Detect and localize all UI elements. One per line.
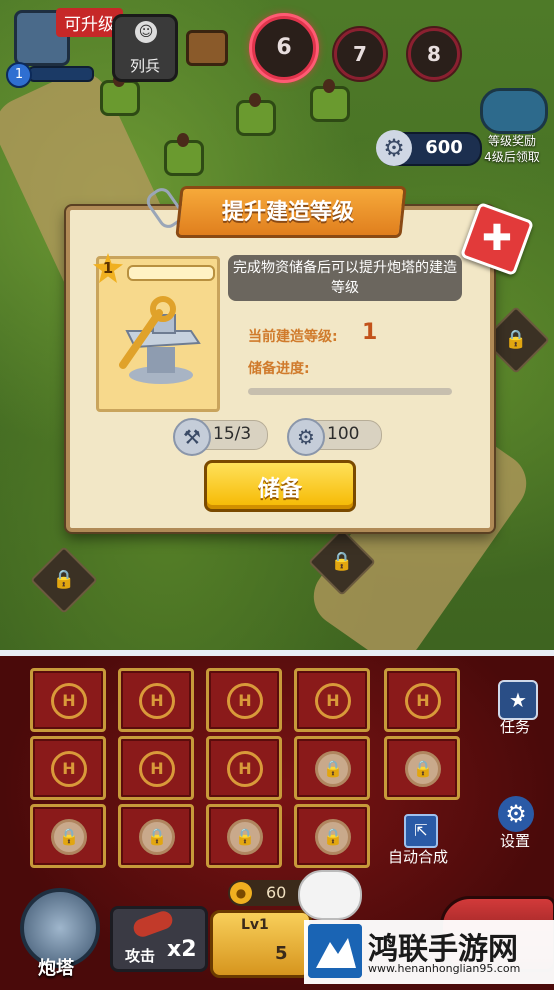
- lock-icon: 🔒: [315, 751, 351, 787]
- cost-gears-value: 100: [327, 424, 360, 444]
- level-reward-subtitle: 4级后领取: [484, 150, 540, 164]
- gear-icon: ⚙: [376, 130, 412, 166]
- empty-slot[interactable]: H: [384, 668, 460, 732]
- troops-label: 列兵: [129, 57, 160, 75]
- lock-icon: 🔒: [504, 329, 528, 350]
- slot-h-icon: H: [405, 683, 441, 719]
- progress-bar: [248, 388, 452, 395]
- lock-icon: 🔒: [330, 551, 354, 572]
- locked-slot[interactable]: 🔒: [206, 804, 282, 868]
- tower-label[interactable]: 炮塔: [38, 954, 74, 980]
- item-level-bar: [127, 265, 215, 281]
- gear-counter: ⚙ 600: [376, 130, 482, 166]
- slot-h-icon: H: [227, 751, 263, 787]
- troops-button[interactable]: ☺ 列兵: [112, 14, 178, 82]
- gear-icon: ⚙: [287, 418, 325, 456]
- slot-h-icon: H: [315, 683, 351, 719]
- gear-count: 600: [425, 137, 463, 158]
- coin-value: 60: [266, 883, 287, 902]
- description-text: 完成物资储备后可以提升炮塔的建造等级: [233, 260, 457, 296]
- level-reward-chest-icon[interactable]: [480, 88, 548, 134]
- description-box: 完成物资储备后可以提升炮塔的建造等级: [228, 255, 462, 301]
- empty-slot[interactable]: H: [30, 668, 106, 732]
- settings-label[interactable]: 设置: [500, 830, 530, 851]
- slot-h-icon: H: [227, 683, 263, 719]
- auto-merge-label[interactable]: 自动合成: [388, 846, 448, 867]
- slot-h-icon: H: [51, 751, 87, 787]
- empty-slot[interactable]: H: [294, 668, 370, 732]
- player-level-badge: 1: [6, 62, 32, 88]
- chest-icon[interactable]: [186, 30, 228, 66]
- auto-merge-icon[interactable]: ⇱: [404, 814, 438, 848]
- coin-icon: ●: [230, 882, 252, 904]
- close-icon: ✚: [481, 218, 513, 259]
- top-hud: 可升级 1 ☺ 列兵 6 7 8 等级奖励 4级后领取 ⚙ 600: [0, 0, 554, 166]
- anvil-wrench-icon: [119, 296, 201, 384]
- soldier-face-icon: ☺: [135, 21, 157, 43]
- current-level-label: 当前建造等级:: [248, 329, 338, 345]
- level-reward-title: 等级奖励: [487, 134, 536, 148]
- empty-slot[interactable]: H: [206, 668, 282, 732]
- slot-h-icon: H: [139, 751, 175, 787]
- lock-icon: 🔒: [405, 751, 441, 787]
- build-item-card: 1: [93, 253, 220, 412]
- build-button[interactable]: Lv1 5: [210, 910, 312, 978]
- slot-h-icon: H: [51, 683, 87, 719]
- watermark-url: www.henanhonglian95.com: [368, 962, 521, 975]
- progress-label: 储备进度:: [248, 361, 310, 377]
- slot-h-icon: H: [139, 683, 175, 719]
- attack-multiplier: x2: [167, 937, 197, 962]
- pointer-glove-icon: [298, 870, 362, 920]
- build-level: Lv1: [241, 917, 269, 933]
- item-level-star: 1: [93, 253, 123, 283]
- cost-parts: ⚒ 15/3: [173, 418, 268, 456]
- locked-slot[interactable]: 🔒: [30, 804, 106, 868]
- dialog-title: 提升建造等级: [221, 200, 354, 225]
- locked-tile[interactable]: 🔒: [30, 546, 98, 614]
- cost-gears: ⚙ 100: [287, 418, 382, 456]
- reserve-button[interactable]: 储备: [204, 460, 356, 512]
- stage-current: 6: [252, 16, 316, 80]
- enemy-tank: [164, 133, 204, 176]
- lock-icon: 🔒: [139, 819, 175, 855]
- parts-icon: ⚒: [173, 418, 211, 456]
- lock-icon: 🔒: [52, 569, 76, 590]
- cost-parts-value: 15/3: [213, 424, 252, 444]
- current-level-value: 1: [362, 320, 378, 345]
- attack-boost-button[interactable]: 攻击 x2: [110, 906, 208, 972]
- stage-next: 7: [334, 28, 386, 80]
- locked-slot[interactable]: 🔒: [294, 736, 370, 800]
- build-cost: 5: [275, 943, 288, 964]
- lock-icon: 🔒: [315, 819, 351, 855]
- locked-slot[interactable]: 🔒: [384, 736, 460, 800]
- lock-icon: 🔒: [227, 819, 263, 855]
- player-level-bar: [28, 66, 94, 82]
- attack-label: 攻击: [125, 947, 156, 965]
- watermark-logo-icon: [308, 924, 362, 978]
- empty-slot[interactable]: H: [118, 668, 194, 732]
- empty-slot[interactable]: H: [118, 736, 194, 800]
- locked-slot[interactable]: 🔒: [118, 804, 194, 868]
- enemy-tank: [236, 93, 276, 136]
- lock-icon: 🔒: [51, 819, 87, 855]
- reserve-button-label: 储备: [257, 477, 302, 502]
- missile-icon: [131, 908, 175, 940]
- settings-gear-icon[interactable]: ⚙: [498, 796, 534, 832]
- task-label[interactable]: 任务: [500, 716, 530, 737]
- stage-later: 8: [408, 28, 460, 80]
- empty-slot[interactable]: H: [206, 736, 282, 800]
- task-icon[interactable]: ★: [498, 680, 538, 720]
- empty-slot[interactable]: H: [30, 736, 106, 800]
- locked-slot[interactable]: 🔒: [294, 804, 370, 868]
